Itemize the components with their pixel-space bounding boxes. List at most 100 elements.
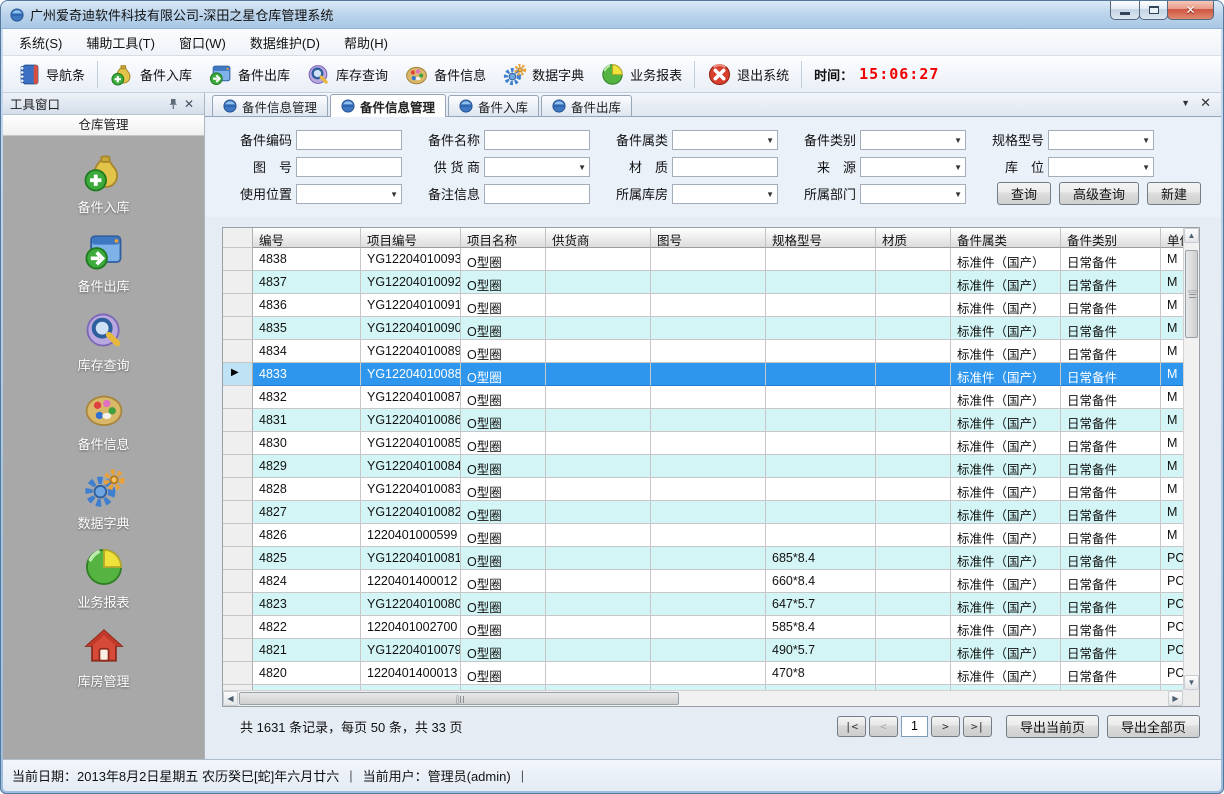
row-selector-cell[interactable] [223, 363, 253, 386]
table-row[interactable]: 4836 YG12204010091 O型圈 标准件（国产） 日常备件 [223, 294, 1183, 317]
next-page-button[interactable]: > [931, 716, 960, 737]
table-row[interactable]: 4835 YG12204010090 O型圈 标准件（国产） 日常备件 [223, 317, 1183, 340]
column-header-drawing-no[interactable]: 图号 [651, 228, 766, 248]
column-header-unit[interactable]: 单位 [1161, 228, 1183, 248]
part-code-input[interactable] [296, 130, 402, 150]
menu-data-maintenance[interactable]: 数据维护(D) [238, 29, 332, 57]
toolbar-parts-info[interactable]: 备件信息 [396, 59, 494, 90]
table-row[interactable]: 4827 YG12204010082 O型圈 标准件（国产） 日常备件 [223, 501, 1183, 524]
sidebar-close-icon[interactable]: ✕ [181, 96, 197, 112]
supplier-select[interactable]: ▼ [484, 157, 590, 177]
tab-stock-in[interactable]: 备件入库 [448, 95, 539, 116]
scroll-down-icon[interactable]: ▼ [1184, 675, 1199, 690]
row-selector-cell[interactable] [223, 593, 253, 616]
menu-system[interactable]: 系统(S) [7, 29, 74, 57]
horizontal-scroll-thumb[interactable] [239, 692, 679, 705]
drawing-no-input[interactable] [296, 157, 402, 177]
new-button[interactable]: 新建 [1147, 182, 1201, 205]
table-row[interactable]: 4830 YG12204010085 O型圈 标准件（国产） 日常备件 [223, 432, 1183, 455]
minimize-button[interactable] [1110, 1, 1140, 20]
toolbar-stock-out[interactable]: 备件出库 [200, 59, 298, 90]
row-selector-cell[interactable] [223, 501, 253, 524]
column-header-category[interactable]: 备件属类 [951, 228, 1061, 248]
column-header-project-code[interactable]: 项目编号 [361, 228, 461, 248]
sidebar-item-inventory-query[interactable]: 库存查询 [44, 308, 164, 374]
table-row[interactable]: 4837 YG12204010092 O型圈 标准件（国产） 日常备件 [223, 271, 1183, 294]
part-class-select[interactable]: ▼ [860, 130, 966, 150]
row-selector-cell[interactable] [223, 455, 253, 478]
maximize-button[interactable] [1139, 1, 1168, 20]
table-row[interactable]: 4831 YG12204010086 O型圈 标准件（国产） 日常备件 [223, 409, 1183, 432]
sidebar-item-report[interactable]: 业务报表 [44, 545, 164, 611]
toolbar-stock-in[interactable]: 备件入库 [102, 59, 200, 90]
first-page-button[interactable]: |< [837, 716, 866, 737]
table-row[interactable]: 4824 1220401400012 O型圈 660*8.4 标准件（国产） 日… [223, 570, 1183, 593]
remark-input[interactable] [484, 184, 590, 204]
sidebar-item-stock-out[interactable]: 备件出库 [44, 229, 164, 295]
column-header-supplier[interactable]: 供货商 [546, 228, 651, 248]
part-name-input[interactable] [484, 130, 590, 150]
sidebar-item-warehouse[interactable]: 库房管理 [44, 624, 164, 690]
column-header-project-name[interactable]: 项目名称 [461, 228, 546, 248]
material-input[interactable] [672, 157, 778, 177]
table-row[interactable]: 4826 1220401000599 O型圈 标准件（国产） 日常备件 [223, 524, 1183, 547]
toolbar-exit[interactable]: 退出系统 [699, 59, 797, 90]
row-selector-cell[interactable] [223, 294, 253, 317]
row-selector-cell[interactable] [223, 478, 253, 501]
row-selector-cell[interactable] [223, 386, 253, 409]
table-row[interactable]: 4828 YG12204010083 O型圈 标准件（国产） 日常备件 [223, 478, 1183, 501]
table-row[interactable]: 4823 YG12204010080 O型圈 647*5.7 标准件（国产） 日… [223, 593, 1183, 616]
spec-model-select[interactable]: ▼ [1048, 130, 1154, 150]
row-selector-cell[interactable] [223, 616, 253, 639]
table-row[interactable]: 4832 YG12204010087 O型圈 标准件（国产） 日常备件 [223, 386, 1183, 409]
pin-icon[interactable] [165, 96, 181, 112]
column-header-code[interactable]: 编号 [253, 228, 361, 248]
tab-stock-out[interactable]: 备件出库 [541, 95, 632, 116]
advanced-query-button[interactable]: 高级查询 [1059, 182, 1139, 205]
table-row[interactable]: 4834 YG12204010089 O型圈 标准件（国产） 日常备件 [223, 340, 1183, 363]
table-row[interactable]: 4838 YG12204010093 O型圈 标准件（国产） 日常备件 [223, 248, 1183, 271]
table-row[interactable]: 4829 YG12204010084 O型圈 标准件（国产） 日常备件 [223, 455, 1183, 478]
sidebar-item-data-dict[interactable]: 数据字典 [44, 466, 164, 532]
toolbar-data-dict[interactable]: 数据字典 [494, 59, 592, 90]
tab-parts-info-mgmt-2[interactable]: 备件信息管理 [330, 94, 446, 117]
menu-help[interactable]: 帮助(H) [332, 29, 400, 57]
export-all-pages-button[interactable]: 导出全部页 [1107, 715, 1200, 738]
warehouse-select[interactable]: ▼ [672, 184, 778, 204]
column-header-class[interactable]: 备件类别 [1061, 228, 1161, 248]
toolbar-report[interactable]: 业务报表 [592, 59, 690, 90]
last-page-button[interactable]: >| [963, 716, 992, 737]
row-selector-cell[interactable] [223, 524, 253, 547]
row-selector-cell[interactable] [223, 248, 253, 271]
row-selector-cell[interactable] [223, 662, 253, 685]
usage-position-select[interactable]: ▼ [296, 184, 402, 204]
row-selector-cell[interactable] [223, 271, 253, 294]
department-select[interactable]: ▼ [860, 184, 966, 204]
query-button[interactable]: 查询 [997, 182, 1051, 205]
tab-close-icon[interactable]: ✕ [1200, 97, 1211, 109]
table-row[interactable]: 4833 YG12204010088 O型圈 标准件（国产） 日常备件 [223, 363, 1183, 386]
menu-window[interactable]: 窗口(W) [167, 29, 238, 57]
table-row[interactable]: 4820 1220401400013 O型圈 470*8 标准件（国产） 日常备… [223, 662, 1183, 685]
bin-location-select[interactable]: ▼ [1048, 157, 1154, 177]
vertical-scrollbar[interactable]: ▲ ▼ [1183, 228, 1199, 690]
vertical-scroll-thumb[interactable] [1185, 250, 1198, 338]
scroll-up-icon[interactable]: ▲ [1184, 228, 1199, 243]
column-header-spec-model[interactable]: 规格型号 [766, 228, 876, 248]
menu-aux-tools[interactable]: 辅助工具(T) [74, 29, 167, 57]
row-selector-cell[interactable] [223, 639, 253, 662]
export-current-page-button[interactable]: 导出当前页 [1006, 715, 1099, 738]
prev-page-button[interactable]: < [869, 716, 898, 737]
row-selector-cell[interactable] [223, 409, 253, 432]
toolbar-inventory-query[interactable]: 库存查询 [298, 59, 396, 90]
close-button[interactable]: ✕ [1167, 1, 1214, 20]
row-selector-cell[interactable] [223, 340, 253, 363]
row-selector-cell[interactable] [223, 570, 253, 593]
source-select[interactable]: ▼ [860, 157, 966, 177]
scroll-right-icon[interactable]: ▶ [1168, 691, 1183, 706]
horizontal-scrollbar[interactable]: ◀ ▶ [223, 690, 1183, 706]
part-category-select[interactable]: ▼ [672, 130, 778, 150]
column-header-material[interactable]: 材质 [876, 228, 951, 248]
row-selector-cell[interactable] [223, 432, 253, 455]
toolbar-navigator[interactable]: 导航条 [8, 59, 93, 90]
